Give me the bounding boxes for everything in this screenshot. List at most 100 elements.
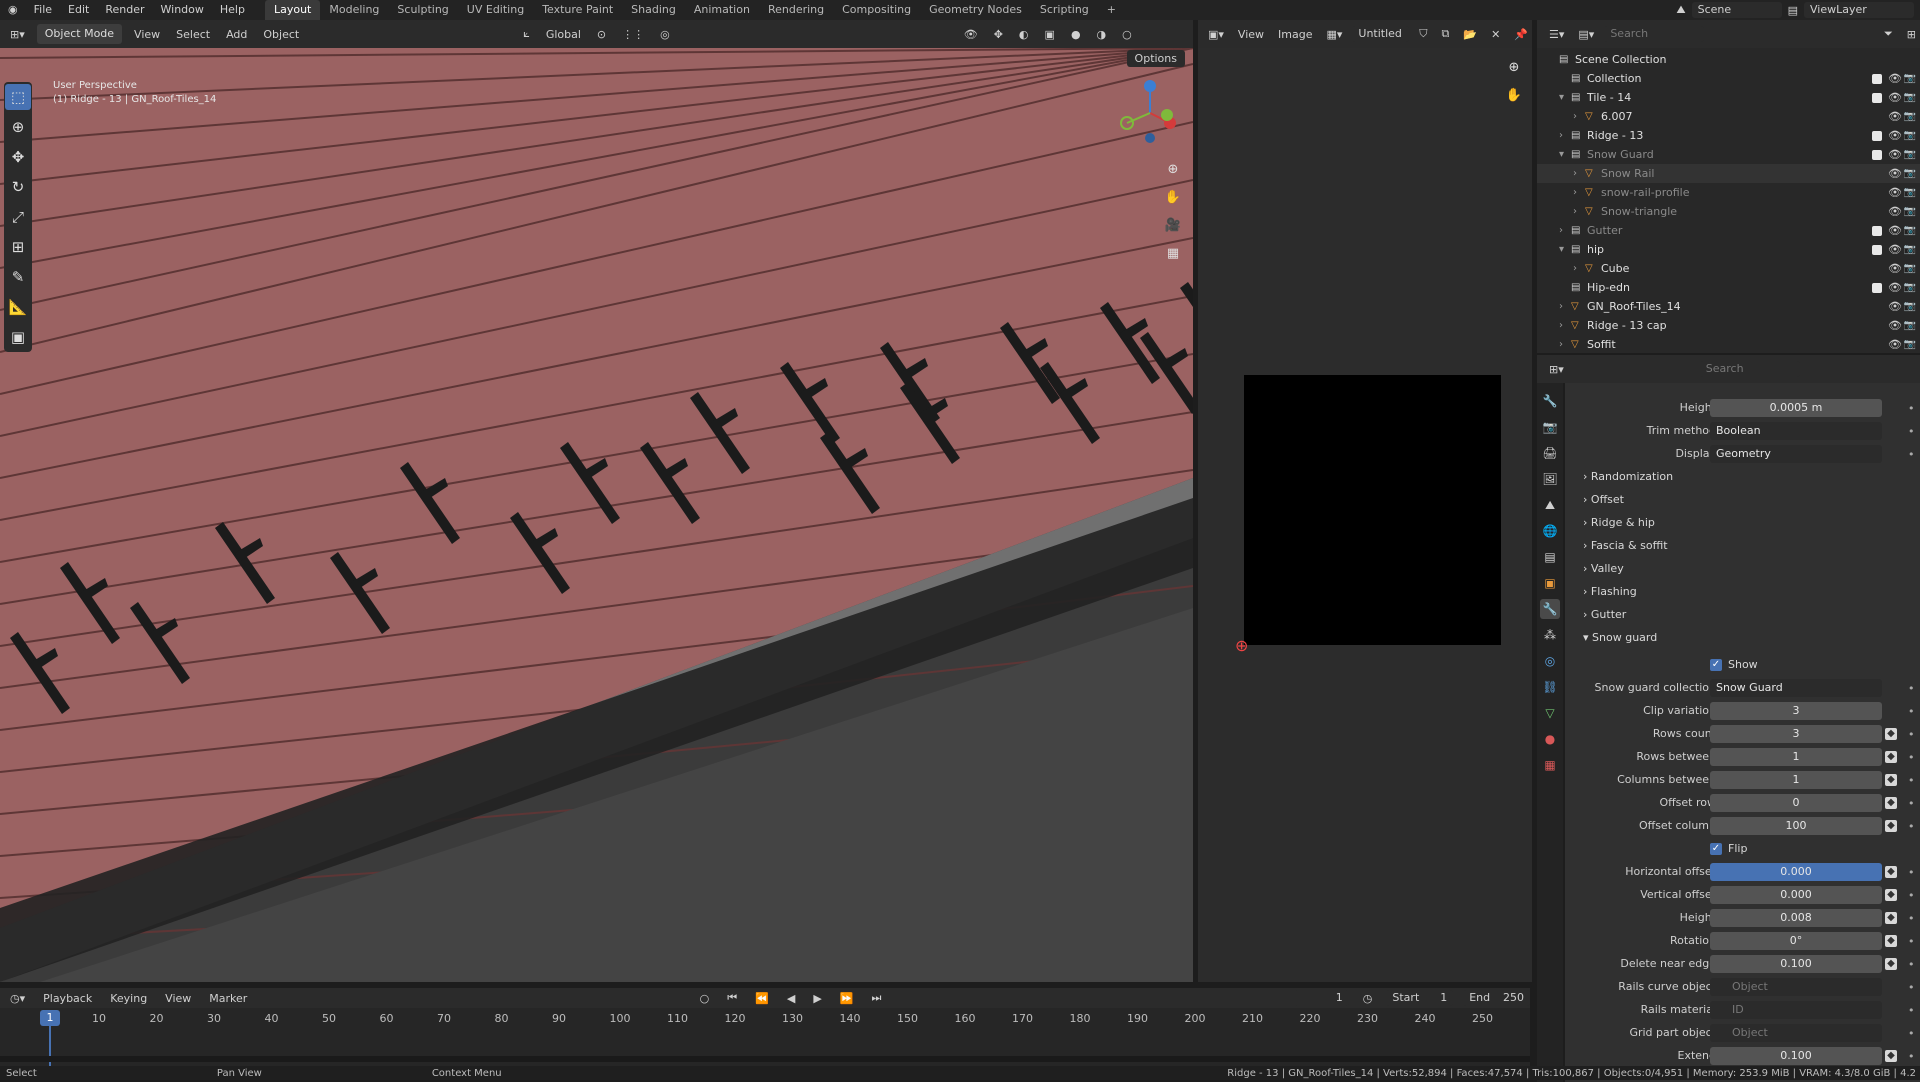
shading-rendered-icon[interactable]: ○ [1118,28,1136,41]
end-frame-field[interactable]: End 250 [1463,990,1531,1006]
visibility-eye-icon[interactable]: 👁 [1888,224,1902,237]
animate-dot-icon[interactable]: • [1908,728,1915,741]
display-mode-icon[interactable]: ▤▾ [1574,28,1598,41]
expand-arrow-icon[interactable]: › [1573,206,1585,217]
move-tool-icon[interactable]: ✥ [5,144,31,170]
rotate-tool-icon[interactable]: ↻ [5,174,31,200]
property-value-field[interactable]: 0.000 [1710,863,1882,881]
checkbox-icon[interactable]: ✓ [1710,659,1722,671]
next-key-icon[interactable]: ⏩ [836,992,858,1005]
animate-dot-icon[interactable]: • [1908,425,1915,438]
animate-dot-icon[interactable]: • [1908,797,1915,810]
property-value-field[interactable]: 100 [1710,817,1882,835]
exclude-checkbox[interactable] [1872,149,1882,160]
tab-shading[interactable]: Shading [622,0,685,20]
options-dropdown[interactable]: Options [1126,50,1185,67]
keyframe-icon[interactable]: ◆ [1885,774,1897,786]
zoom-icon[interactable]: ⊕ [1162,158,1184,180]
property-value-field[interactable]: 0.008 [1710,909,1882,927]
outliner-row[interactable]: ▤ Hip-edn 👁 📷 [1537,278,1920,297]
expand-arrow-icon[interactable]: › [1559,301,1571,312]
property-value-field[interactable]: 0 [1710,794,1882,812]
outliner-row[interactable]: › ▤ Ridge - 13 👁 📷 [1537,126,1920,145]
physics-tab-icon[interactable]: ◎ [1540,651,1560,671]
add-workspace-button[interactable]: + [1098,0,1125,20]
image-open-icon[interactable]: 📂 [1459,28,1481,41]
tab-rendering[interactable]: Rendering [759,0,833,20]
keyframe-icon[interactable]: ◆ [1885,912,1897,924]
property-value-field[interactable]: 0.100 [1710,955,1882,973]
outliner-type-icon[interactable]: ☰▾ [1545,28,1568,41]
property-value-field[interactable]: Geometry [1710,445,1882,463]
visibility-eye-icon[interactable]: 👁 [1888,167,1902,180]
show-checkbox[interactable]: ✓ Show [1710,658,1758,671]
exclude-checkbox[interactable] [1872,73,1882,84]
image-browse-icon[interactable]: ▦▾ [1322,28,1346,41]
viewport-menu-add[interactable]: Add [222,28,251,41]
outliner-row[interactable]: › ▤ Gutter 👁 📷 [1537,221,1920,240]
expand-arrow-icon[interactable]: › [1573,187,1585,198]
object-mode-dropdown[interactable]: Object Mode [36,24,123,44]
outliner-row[interactable]: › ▽ GN_Roof-Tiles_14 👁 📷 [1537,297,1920,316]
transform-tool-icon[interactable]: ⊞ [5,234,31,260]
image-menu-view[interactable]: View [1234,28,1268,41]
playhead[interactable]: 1 [40,1010,60,1026]
render-camera-icon[interactable]: 📷 [1904,225,1916,236]
visibility-eye-icon[interactable]: 👁 [1888,205,1902,218]
image-menu-image[interactable]: Image [1274,28,1316,41]
timeline-type-icon[interactable]: ◷▾ [6,992,29,1005]
property-value-field[interactable]: 0.100 [1710,1047,1882,1065]
modifier-tab-icon[interactable]: 🔧 [1540,599,1560,619]
section-header-7[interactable]: ▾ Snow guard [1583,631,1657,644]
visibility-eye-icon[interactable]: 👁 [1888,148,1902,161]
image-editor-canvas[interactable]: ⊕ ⊕ ✋ [1198,48,1532,982]
keyframe-icon[interactable]: ◆ [1885,935,1897,947]
view-layer-tab-icon[interactable]: 🖼 [1540,469,1560,489]
render-camera-icon[interactable]: 📷 [1904,111,1916,122]
render-camera-icon[interactable]: 📷 [1904,301,1916,312]
shading-solid-icon[interactable]: ● [1067,28,1085,41]
menu-help[interactable]: Help [212,0,253,20]
timeline-menu-view[interactable]: View [161,992,195,1005]
scene-tab-icon[interactable]: ⛰ [1540,495,1560,515]
overlay-icon[interactable]: ◐ [1015,28,1033,41]
animate-dot-icon[interactable]: • [1908,682,1915,695]
viewport-menu-object[interactable]: Object [259,28,303,41]
keyframe-icon[interactable]: ◆ [1885,797,1897,809]
render-camera-icon[interactable]: 📷 [1904,282,1916,293]
visibility-eye-icon[interactable]: 👁 [1888,129,1902,142]
render-camera-icon[interactable]: 📷 [1904,73,1916,84]
outliner-row[interactable]: ▤ Scene Collection [1537,50,1920,69]
outliner-search-input[interactable]: Search [1604,26,1705,42]
property-value-field[interactable]: Snow Guard [1710,679,1882,697]
visibility-eye-icon[interactable]: 👁 [1888,319,1902,332]
render-camera-icon[interactable]: 📷 [1904,244,1916,255]
exclude-checkbox[interactable] [1872,92,1882,103]
animate-dot-icon[interactable]: • [1908,912,1915,925]
animate-dot-icon[interactable]: • [1908,981,1915,994]
section-header-5[interactable]: › Flashing [1583,585,1637,598]
render-camera-icon[interactable]: 📷 [1904,263,1916,274]
property-value-field[interactable]: 3 [1710,702,1882,720]
camera-view-icon[interactable]: 🎥 [1162,214,1184,236]
render-camera-icon[interactable]: 📷 [1904,187,1916,198]
render-camera-icon[interactable]: 📷 [1904,149,1916,160]
tab-animation[interactable]: Animation [685,0,759,20]
property-value-field[interactable]: 1 [1710,748,1882,766]
exclude-checkbox[interactable] [1872,244,1882,255]
expand-arrow-icon[interactable]: › [1559,320,1571,331]
scene-selector[interactable]: Scene [1691,2,1782,18]
3d-viewport[interactable]: Options ⬚ ⊕ ✥ ↻ ⤢ ⊞ ✎ 📐 ▣ User Perspecti… [0,48,1193,982]
tab-modeling[interactable]: Modeling [320,0,388,20]
flip-checkbox[interactable]: ✓ Flip [1710,842,1747,855]
image-close-icon[interactable]: ✕ [1487,28,1504,41]
view-layer-selector[interactable]: ViewLayer [1804,2,1914,18]
blender-logo-icon[interactable]: ◉ [0,0,26,20]
exclude-checkbox[interactable] [1872,282,1882,293]
jump-start-icon[interactable]: ⏮ [723,991,741,1005]
menu-render[interactable]: Render [97,0,152,20]
properties-type-icon[interactable]: ⊞▾ [1545,363,1568,376]
annotate-tool-icon[interactable]: ✎ [5,264,31,290]
cursor-tool-icon[interactable]: ⊕ [5,114,31,140]
property-value-field[interactable]: 0° [1710,932,1882,950]
